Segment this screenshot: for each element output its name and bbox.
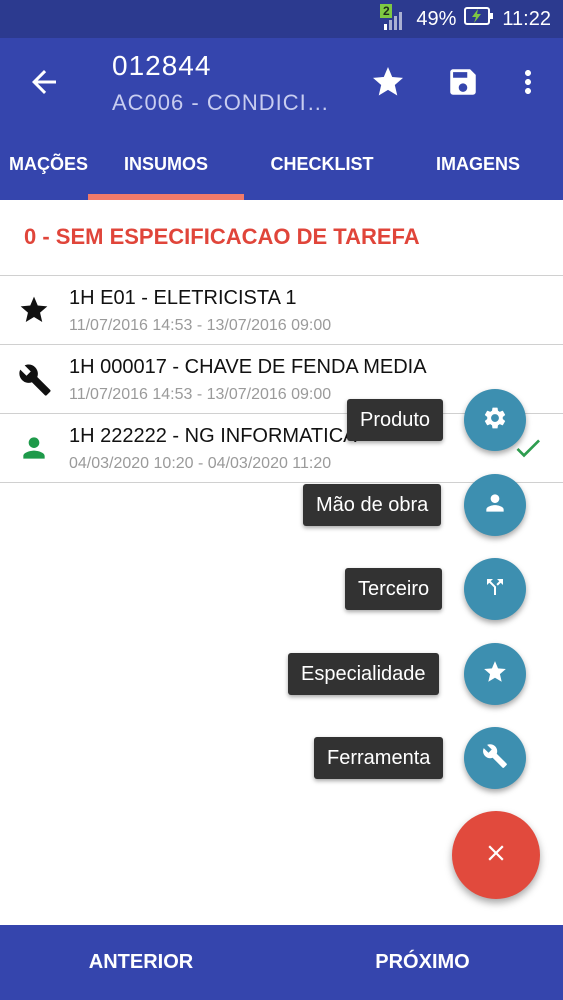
battery-charging-icon — [464, 6, 494, 32]
status-bar: 2 49% 11:22 — [0, 0, 563, 38]
clock: 11:22 — [502, 7, 551, 30]
close-icon — [483, 840, 509, 871]
fab-label-mao-de-obra[interactable]: Mão de obra — [303, 484, 442, 526]
item-dates: 11/07/2016 14:53 - 13/07/2016 09:00 — [69, 317, 332, 334]
item-dates: 04/03/2020 10:20 - 04/03/2020 11:20 — [69, 455, 332, 472]
app-bar: 012844 AC006 - CONDICI… — [0, 38, 563, 128]
fab-close-button[interactable] — [452, 811, 540, 899]
item-title: 1H 000017 - CHAVE DE FENDA MEDIA — [69, 356, 427, 378]
section-title: 0 - SEM ESPECIFICACAO DE TAREFA — [24, 224, 420, 249]
list-item[interactable]: 1H E01 - ELETRICISTA 1 11/07/2016 14:53 … — [0, 276, 563, 344]
tab-label: INSUMOS — [123, 153, 208, 174]
fab-produto-button[interactable] — [464, 389, 526, 451]
tab-insumos[interactable]: INSUMOS — [88, 128, 244, 200]
wrench-icon — [482, 743, 508, 774]
person-icon — [482, 490, 508, 521]
tab-bar: MAÇÕES INSUMOS CHECKLIST IMAGENS — [0, 128, 563, 200]
battery-percent: 49% — [416, 7, 457, 30]
fab-ferramenta-button[interactable] — [464, 727, 526, 789]
person-icon — [18, 432, 50, 464]
back-arrow-icon[interactable] — [26, 64, 62, 100]
item-dates: 11/07/2016 14:53 - 13/07/2016 09:00 — [69, 386, 332, 403]
tab-indicator — [88, 194, 244, 200]
status-icons: 2 49% 11:22 — [380, 4, 551, 32]
next-label: PRÓXIMO — [375, 951, 470, 973]
wrench-icon — [18, 363, 51, 396]
star-icon — [18, 294, 50, 326]
fab-label-ferramenta[interactable]: Ferramenta — [314, 737, 444, 779]
save-icon[interactable] — [443, 62, 483, 102]
tab-checklist[interactable]: CHECKLIST — [244, 128, 400, 200]
merge-icon — [483, 575, 507, 604]
next-button[interactable]: PRÓXIMO — [282, 925, 563, 1000]
page-title: 012844 — [112, 50, 212, 81]
gear-icon — [482, 405, 508, 436]
item-title: 1H 222222 - NG INFORMATICA — [69, 425, 357, 447]
tab-informacoes[interactable]: MAÇÕES — [0, 128, 88, 200]
tab-label: IMAGENS — [435, 153, 520, 174]
fab-label-terceiro[interactable]: Terceiro — [345, 568, 443, 610]
page-subtitle: AC006 - CONDICI… — [112, 90, 330, 115]
tab-label: CHECKLIST — [270, 153, 374, 174]
more-vert-icon[interactable] — [508, 62, 548, 102]
fab-label-especialidade[interactable]: Especialidade — [288, 653, 439, 695]
bottom-nav: ANTERIOR PRÓXIMO — [0, 925, 563, 1000]
fab-terceiro-button[interactable] — [464, 558, 526, 620]
item-title: 1H E01 - ELETRICISTA 1 — [69, 287, 297, 309]
previous-button[interactable]: ANTERIOR — [0, 925, 282, 1000]
previous-label: ANTERIOR — [88, 951, 194, 973]
fab-mao-de-obra-button[interactable] — [464, 474, 526, 536]
signal-icon: 2 — [380, 4, 408, 32]
star-icon[interactable] — [368, 62, 408, 102]
fab-label-produto[interactable]: Produto — [347, 399, 444, 441]
tab-label: MAÇÕES — [8, 153, 88, 174]
sim-badge: 2 — [380, 4, 393, 18]
star-icon — [482, 659, 508, 690]
fab-especialidade-button[interactable] — [464, 643, 526, 705]
tab-imagens[interactable]: IMAGENS — [400, 128, 556, 200]
